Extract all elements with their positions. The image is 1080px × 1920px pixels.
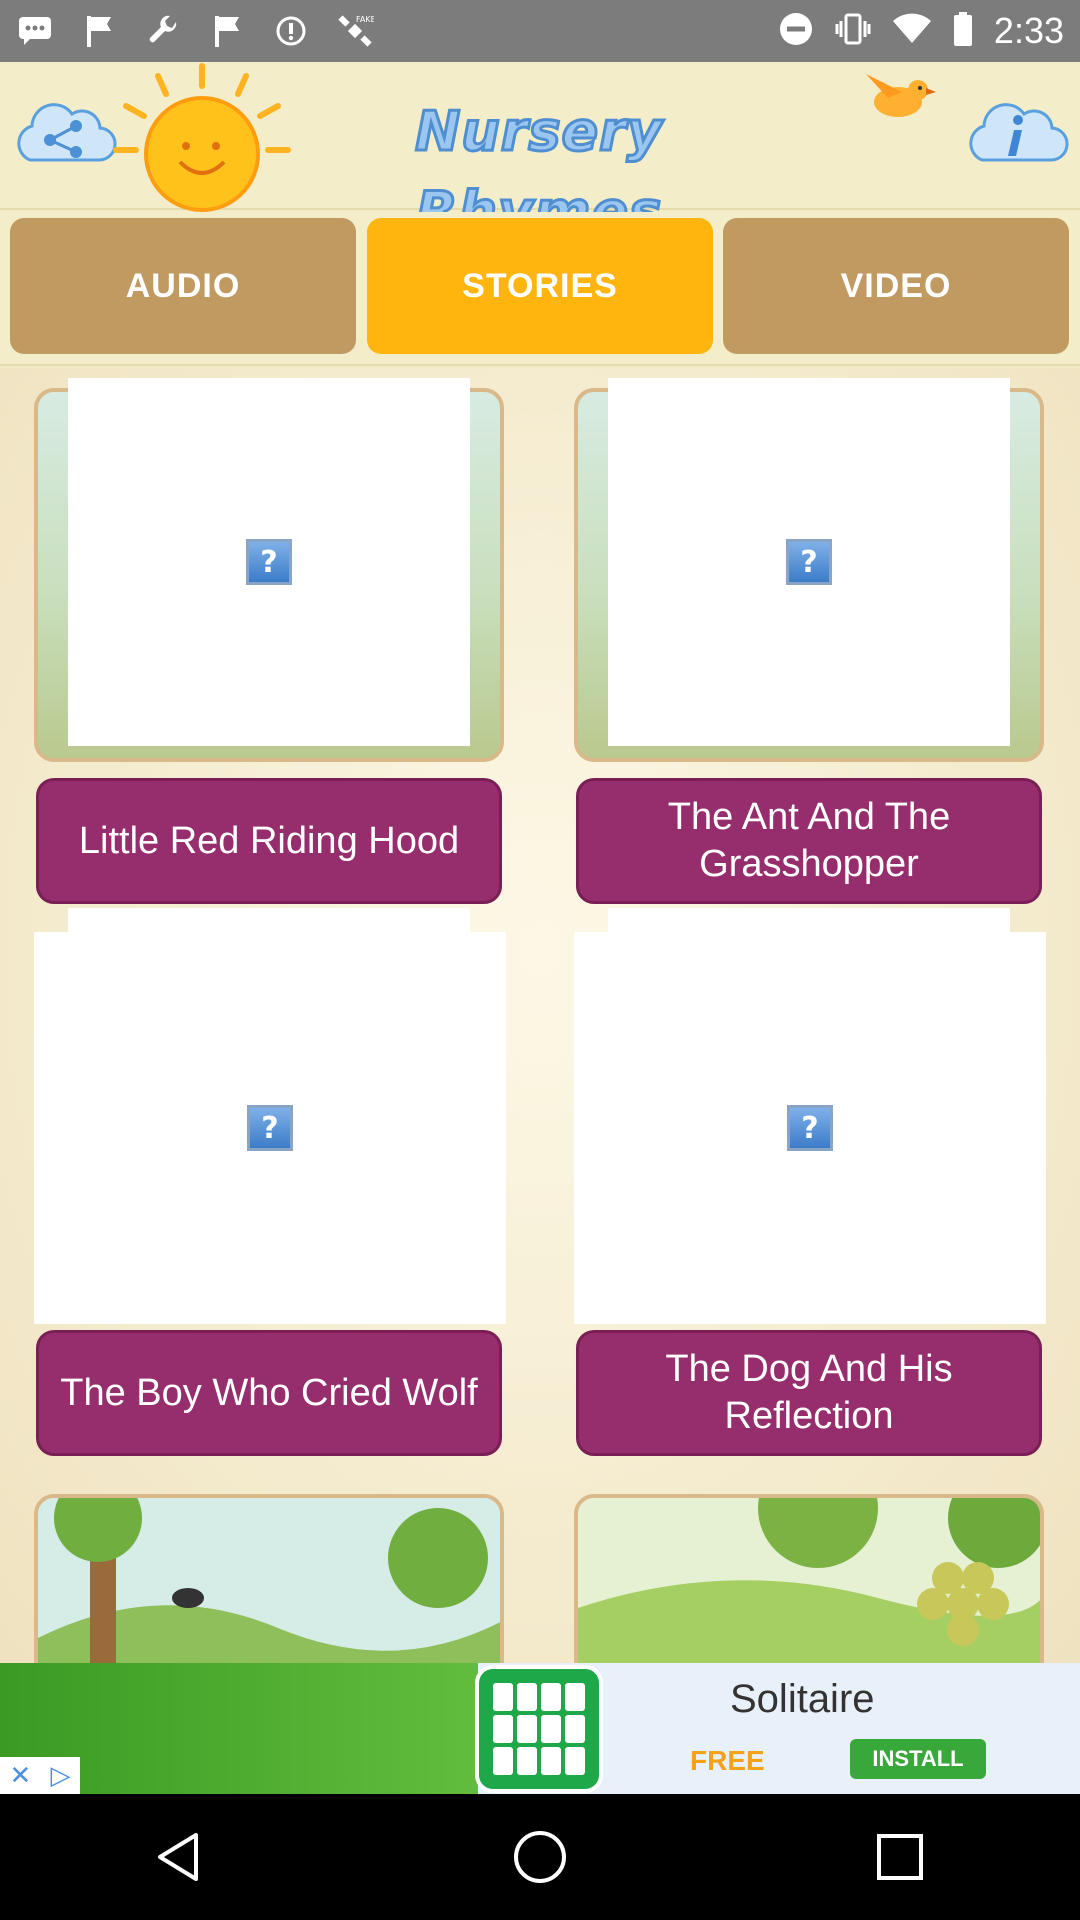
category-tabs: AUDIO STORIES VIDEO bbox=[0, 212, 1080, 366]
story-title-button[interactable]: The Boy Who Cried Wolf bbox=[36, 1330, 502, 1456]
info-button[interactable] bbox=[962, 98, 1070, 170]
flag-icon bbox=[80, 12, 118, 50]
ad-title: Solitaire bbox=[730, 1677, 875, 1721]
stories-grid: ? Little Red Riding Hood ? The Ant And T… bbox=[0, 368, 1080, 1663]
share-icon bbox=[17, 103, 117, 162]
story-thumbnail[interactable]: ? bbox=[574, 932, 1046, 1324]
satellite-icon: FAKE bbox=[336, 12, 374, 50]
status-icons: FAKE bbox=[16, 12, 374, 50]
tab-stories[interactable]: STORIES bbox=[367, 218, 713, 354]
flag-icon bbox=[208, 12, 246, 50]
vibrate-icon bbox=[834, 12, 872, 51]
story-thumbnail[interactable]: ? bbox=[68, 378, 470, 746]
svg-text:FAKE: FAKE bbox=[356, 15, 374, 24]
tab-video[interactable]: VIDEO bbox=[723, 218, 1069, 354]
story-title-button[interactable]: The Ant And The Grasshopper bbox=[576, 778, 1042, 904]
story-card-frame[interactable] bbox=[34, 1494, 504, 1663]
back-button[interactable] bbox=[140, 1817, 220, 1897]
wrench-icon bbox=[144, 12, 182, 50]
story-thumbnail[interactable]: ? bbox=[608, 378, 1010, 746]
messages-icon bbox=[16, 12, 54, 50]
status-time: 2:33 bbox=[993, 10, 1064, 51]
app-title: Nursery Rhymes bbox=[414, 99, 664, 245]
app-header: Nursery Rhymes bbox=[0, 62, 1080, 245]
story-illustration bbox=[38, 1498, 500, 1663]
ad-close-icon[interactable]: ✕ bbox=[10, 1760, 32, 1791]
tab-audio[interactable]: AUDIO bbox=[10, 218, 356, 354]
wifi-icon bbox=[892, 13, 932, 50]
recents-icon bbox=[877, 1834, 923, 1880]
broken-image-icon: ? bbox=[786, 539, 832, 585]
story-illustration bbox=[578, 1498, 1040, 1663]
home-button[interactable] bbox=[500, 1817, 580, 1897]
story-title-button[interactable]: The Dog And His Reflection bbox=[576, 1330, 1042, 1456]
ad-choices-icon[interactable]: ▷ bbox=[50, 1760, 70, 1791]
share-button[interactable] bbox=[10, 98, 118, 170]
info-icon bbox=[969, 103, 1069, 162]
sun-illustration bbox=[110, 62, 295, 212]
status-right: 2:33 bbox=[778, 10, 1064, 52]
broken-image-icon: ? bbox=[246, 539, 292, 585]
broken-image-icon: ? bbox=[247, 1105, 293, 1151]
back-icon bbox=[158, 1833, 198, 1881]
story-thumbnail[interactable]: ? bbox=[34, 932, 506, 1324]
status-bar: FAKE 2:33 bbox=[0, 0, 1080, 62]
broken-image-icon: ? bbox=[787, 1105, 833, 1151]
battery-icon bbox=[952, 11, 974, 52]
ad-install-button[interactable]: INSTALL bbox=[850, 1739, 986, 1779]
navigation-bar bbox=[0, 1794, 1080, 1920]
ad-free-label: FREE bbox=[690, 1745, 765, 1776]
story-card-frame[interactable] bbox=[574, 1494, 1044, 1663]
bird-illustration bbox=[858, 68, 936, 128]
story-title-button[interactable]: Little Red Riding Hood bbox=[36, 778, 502, 904]
recents-button[interactable] bbox=[860, 1817, 940, 1897]
do-not-disturb-icon bbox=[778, 11, 814, 52]
solitaire-app-icon bbox=[475, 1665, 603, 1793]
ad-banner[interactable]: Solitaire FREE INSTALL bbox=[0, 1663, 1080, 1794]
home-icon bbox=[514, 1831, 566, 1883]
fake-gps-icon bbox=[272, 12, 310, 50]
ad-controls: ✕ ▷ bbox=[0, 1757, 80, 1794]
